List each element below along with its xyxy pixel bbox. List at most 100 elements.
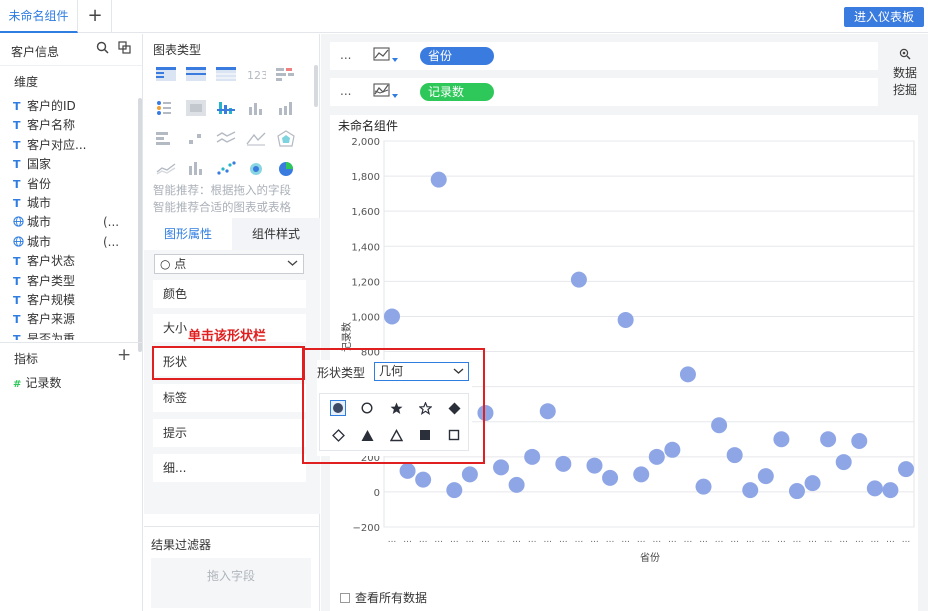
x-tick-label: ... xyxy=(590,535,599,545)
circle-shape-icon[interactable] xyxy=(359,400,375,416)
dimension-field[interactable]: T 客户名称 xyxy=(0,116,142,135)
line-chart-icon[interactable] xyxy=(216,130,242,150)
square-shape-icon[interactable] xyxy=(417,427,433,443)
scatter-point xyxy=(415,471,432,488)
dimension-field[interactable]: 城市 (... xyxy=(0,233,142,252)
tooltip-property[interactable]: 提示 xyxy=(153,419,306,447)
granularity-property[interactable]: 细... xyxy=(153,454,306,482)
shape-type-select[interactable]: 几何 xyxy=(374,362,469,381)
grouped-bar-icon[interactable] xyxy=(216,100,242,120)
diamond-shape-icon[interactable] xyxy=(446,400,462,416)
add-tab-button[interactable]: + xyxy=(79,0,112,33)
x-field-pill[interactable]: 省份 xyxy=(420,47,494,65)
tab-component-style[interactable]: 组件样式 xyxy=(232,218,320,250)
text-type-icon: T xyxy=(13,313,21,327)
multi-line-icon[interactable] xyxy=(156,160,182,180)
triangle-shape-icon[interactable] xyxy=(359,427,375,443)
x-tick-label: ... xyxy=(403,535,412,545)
filled-circle-shape-icon[interactable] xyxy=(330,400,346,416)
dimension-name: 城市 xyxy=(27,195,52,210)
cross-table-icon[interactable] xyxy=(186,67,212,87)
stacked-bar-icon[interactable] xyxy=(276,100,302,120)
scatter-chart: −20002004006008001,0001,2001,4001,6001,8… xyxy=(340,137,915,564)
x-tick-label: ... xyxy=(886,535,895,545)
dimension-scrollbar[interactable] xyxy=(138,98,142,352)
mark-type-select[interactable]: ○ 点 xyxy=(154,254,304,274)
scatter-small-icon[interactable] xyxy=(186,130,212,150)
x-tick-label: ... xyxy=(481,535,490,545)
text-type-icon: T xyxy=(13,158,21,172)
chart-type-dropdown-icon[interactable] xyxy=(373,81,403,106)
star-outline-shape-icon[interactable] xyxy=(417,400,433,416)
y-axis-shelf[interactable]: ... 记录数 xyxy=(330,78,878,106)
dimension-field[interactable]: T 客户类型 xyxy=(0,272,142,291)
y-shelf-more[interactable]: ... xyxy=(340,84,351,98)
mining-label-2: 挖掘 xyxy=(892,83,917,97)
color-property[interactable]: 颜色 xyxy=(153,280,306,308)
table-chart-icon[interactable] xyxy=(156,67,182,87)
diamond-outline-shape-icon[interactable] xyxy=(330,427,346,443)
dimension-field[interactable]: T 国家 xyxy=(0,155,142,174)
bar-chart-icon[interactable] xyxy=(246,100,272,120)
scatter-chart-icon[interactable] xyxy=(216,160,242,180)
add-measure-button[interactable]: + xyxy=(117,345,131,365)
triangle-outline-shape-icon[interactable] xyxy=(388,427,404,443)
bubble-chart-icon[interactable] xyxy=(246,160,272,180)
dimension-field[interactable]: T 客户来源 xyxy=(0,310,142,329)
dot-matrix-icon[interactable] xyxy=(156,100,182,120)
dimension-field[interactable]: T 是否为重 xyxy=(0,330,142,340)
column-chart-icon[interactable] xyxy=(186,160,212,180)
scatter-point xyxy=(524,448,541,465)
dataset-pane: 客户信息 维度 T 客户的ID T 客户名称 T 客户对应... T 国家 T 省份 T 城市 城市 (.… xyxy=(0,34,143,611)
scatter-point xyxy=(461,466,478,483)
dimension-field[interactable]: T 客户的ID xyxy=(0,97,142,116)
tab-unnamed-component[interactable]: 未命名组件 xyxy=(0,0,78,33)
plot-frame xyxy=(383,140,915,528)
search-icon[interactable] xyxy=(96,41,109,58)
scatter-point xyxy=(430,171,447,188)
dimension-field[interactable]: T 客户规模 xyxy=(0,291,142,310)
x-tick-label: ... xyxy=(434,535,443,545)
star-shape-icon[interactable] xyxy=(388,400,404,416)
gantt-table-icon[interactable] xyxy=(276,67,302,87)
x-shelf-more[interactable]: ... xyxy=(340,48,351,62)
x-tick-label: ... xyxy=(871,535,880,545)
checkbox[interactable] xyxy=(340,593,350,603)
dimension-field[interactable]: T 客户对应... xyxy=(0,136,142,155)
heatmap-icon[interactable] xyxy=(186,100,212,120)
tab-graph-properties[interactable]: 图形属性 xyxy=(144,218,232,250)
chart-type-dropdown-icon[interactable] xyxy=(373,45,403,70)
x-axis-shelf[interactable]: ... 省份 xyxy=(330,42,878,70)
detail-table-icon[interactable] xyxy=(216,67,242,87)
dimension-field[interactable]: T 客户状态 xyxy=(0,252,142,271)
x-tick-label: ... xyxy=(637,535,646,545)
view-all-data-checkbox[interactable]: 查看所有数据 xyxy=(340,589,427,606)
label-property[interactable]: 标签 xyxy=(153,384,306,412)
horizontal-bar-icon[interactable] xyxy=(156,130,182,150)
dimension-field[interactable]: T 省份 xyxy=(0,175,142,194)
scatter-point xyxy=(757,468,774,485)
y-field-pill[interactable]: 记录数 xyxy=(420,83,494,101)
dataset-header: 客户信息 xyxy=(0,34,142,66)
square-outline-shape-icon[interactable] xyxy=(446,427,462,443)
scatter-point xyxy=(695,478,712,495)
pie-chart-icon[interactable] xyxy=(276,160,302,180)
dimension-field[interactable]: 城市 (... xyxy=(0,213,142,232)
switch-dataset-icon[interactable] xyxy=(118,41,131,58)
y-tick-label: 1,800 xyxy=(351,172,380,183)
y-tick-label: 2,000 xyxy=(351,137,380,148)
dimension-field[interactable]: T 城市 xyxy=(0,194,142,213)
area-chart-icon[interactable] xyxy=(246,130,272,150)
shape-type-popup: 形状类型 几何 xyxy=(317,360,472,456)
measure-item[interactable]: # 记录数 xyxy=(13,374,61,391)
radar-chart-icon[interactable] xyxy=(276,130,302,150)
chart-type-scrollbar[interactable] xyxy=(314,65,318,107)
x-tick-label: ... xyxy=(824,535,833,545)
filter-drop-zone[interactable]: 拖入字段 xyxy=(151,558,311,608)
measure-header: 指标 + xyxy=(0,344,140,370)
y-tick-label: −200 xyxy=(353,523,380,534)
kpi-card-icon[interactable]: 123 xyxy=(246,67,272,87)
enter-dashboard-button[interactable]: 进入仪表板 xyxy=(844,7,924,27)
data-mining-button[interactable]: 数据 挖掘 xyxy=(886,48,924,99)
mining-label-1: 数据 xyxy=(892,66,917,80)
